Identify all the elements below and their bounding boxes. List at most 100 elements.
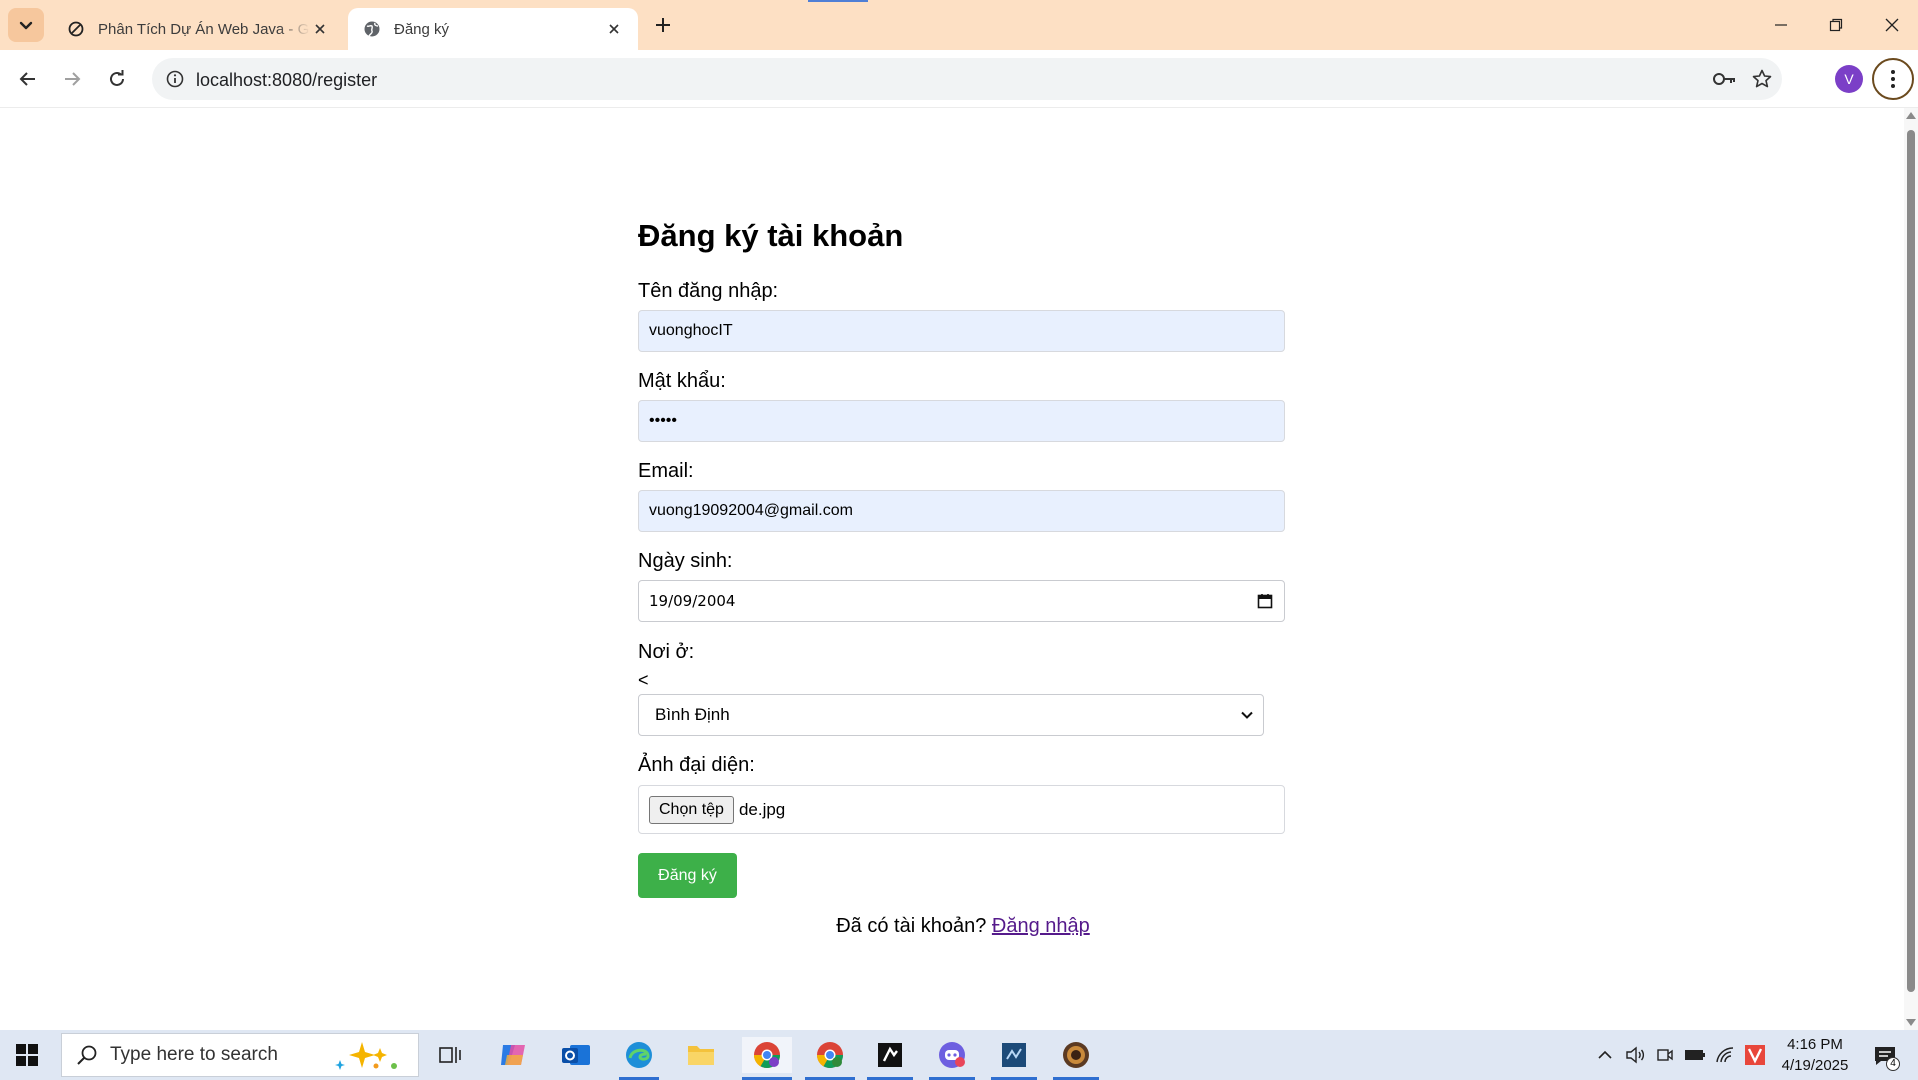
chevron-down-icon [1239,707,1255,723]
url-text: localhost:8080/register [196,70,378,90]
task-view-button[interactable] [430,1037,470,1073]
page-title: Đăng ký tài khoản [638,218,904,253]
intellij-app[interactable] [867,1037,913,1080]
outlook-icon [562,1045,590,1065]
windows-taskbar: Type here to search 4:16 PM 4/19/2025 4 [0,1030,1918,1080]
plus-icon [656,18,670,32]
edge-icon [626,1042,652,1068]
address-bar[interactable]: localhost:8080/register [152,58,1782,100]
battery-icon [1685,1050,1705,1060]
notification-center-button[interactable]: 4 [1868,1041,1902,1071]
edge-app[interactable] [619,1037,659,1080]
wifi-button[interactable] [1714,1043,1736,1067]
email-label: Email: [638,460,694,482]
reload-button[interactable] [101,63,133,95]
unikey-icon [1745,1045,1765,1065]
show-hidden-icons-button[interactable] [1594,1043,1616,1067]
chevron-down-icon [19,21,33,30]
notification-count-badge: 4 [1886,1057,1900,1071]
password-input[interactable]: ••••• [638,400,1285,442]
forward-button[interactable] [56,63,88,95]
tab-strip: Phân Tích Dự Án Web Java - Gr Đăng ký [0,0,1918,50]
avatar-label: Ảnh đại diện: [638,754,755,776]
birthday-label: Ngày sinh: [638,550,733,572]
chrome-app-profile-2[interactable] [805,1037,855,1080]
birthday-value: 19/09/2004 [649,592,736,610]
back-button[interactable] [12,63,44,95]
key-icon[interactable] [1712,68,1738,90]
file-explorer-app[interactable] [681,1037,721,1073]
minimize-icon [1775,24,1787,26]
start-button[interactable] [12,1040,42,1070]
discord-app[interactable] [929,1037,975,1080]
copilot-app[interactable] [493,1037,533,1073]
meet-now-button[interactable] [1654,1043,1676,1067]
login-prompt: Đã có tài khoản? Đăng nhập [638,915,1288,938]
profile-avatar[interactable]: V [1835,65,1863,93]
discord-icon [939,1042,965,1068]
tab-search-button[interactable] [8,8,44,42]
username-input[interactable]: vuonghocIT [638,310,1285,352]
minimize-button[interactable] [1766,10,1796,40]
loading-indicator [808,0,868,2]
clock-time: 4:16 PM [1787,1036,1843,1053]
vietnamese-ime-button[interactable] [1744,1043,1766,1067]
login-link[interactable]: Đăng nhập [992,915,1090,937]
volume-button[interactable] [1624,1043,1646,1067]
windows-logo-icon [16,1044,38,1066]
vertical-scrollbar[interactable] [1904,108,1918,1030]
game-app[interactable] [1053,1037,1099,1080]
tab-register[interactable]: Đăng ký [348,8,638,50]
arrow-right-icon [65,72,81,86]
database-tool-icon [1002,1043,1026,1067]
bookmark-star-icon[interactable] [1750,67,1774,91]
address-label: Nơi ở: [638,641,695,663]
chevron-up-icon [1598,1050,1612,1059]
reload-icon [110,70,124,86]
taskbar-search-box[interactable]: Type here to search [61,1033,419,1077]
battery-button[interactable] [1684,1043,1706,1067]
address-select[interactable]: Bình Định [638,694,1264,736]
page-viewport [0,108,1904,1030]
more-menu-button[interactable] [1872,58,1914,100]
game-icon [1063,1042,1089,1068]
search-icon [74,1042,100,1068]
kebab-menu-icon [1891,70,1895,88]
globe-icon [362,19,382,39]
close-icon[interactable] [310,19,330,39]
tab-title: Đăng ký [394,20,450,38]
calendar-icon[interactable] [1256,592,1274,610]
browser-toolbar: localhost:8080/register V [0,50,1918,108]
new-tab-button[interactable] [650,12,676,38]
tab-project-analysis[interactable]: Phân Tích Dự Án Web Java - Gr [52,8,344,50]
chrome-app-profile-1[interactable] [742,1037,792,1080]
close-window-button[interactable] [1877,10,1907,40]
scroll-down-arrow[interactable] [1906,1019,1916,1026]
restore-icon [1829,18,1843,32]
system-clock[interactable]: 4:16 PM 4/19/2025 [1770,1034,1860,1076]
site-info-icon[interactable] [164,68,186,90]
chatgpt-icon [66,19,86,39]
arrow-left-icon [19,72,35,86]
scroll-up-arrow[interactable] [1906,112,1916,119]
register-button[interactable]: Đăng ký [638,853,737,898]
choose-file-button[interactable]: Chọn tệp [649,795,734,824]
folder-icon [688,1046,714,1065]
outlook-app[interactable] [556,1037,596,1073]
search-placeholder: Type here to search [110,1044,278,1065]
close-icon[interactable] [604,19,624,39]
avatar-file-input[interactable]: Chọn tệp de.jpg [638,785,1285,834]
address-selected-value: Bình Định [655,705,730,724]
scrollbar-thumb[interactable] [1907,130,1915,992]
chrome-icon [816,1042,844,1069]
birthday-date-input[interactable]: 19/09/2004 [638,580,1285,622]
speaker-icon [1626,1046,1645,1064]
email-input[interactable]: vuong19092004@gmail.com [638,490,1285,532]
sparkle-icon [335,1042,397,1070]
password-label: Mật khẩu: [638,370,726,392]
tab-title: Phân Tích Dự Án Web Java - Gr [98,20,310,38]
workbench-app[interactable] [991,1037,1037,1080]
wifi-icon [1716,1047,1734,1063]
restore-button[interactable] [1821,10,1851,40]
close-icon [1885,18,1899,32]
